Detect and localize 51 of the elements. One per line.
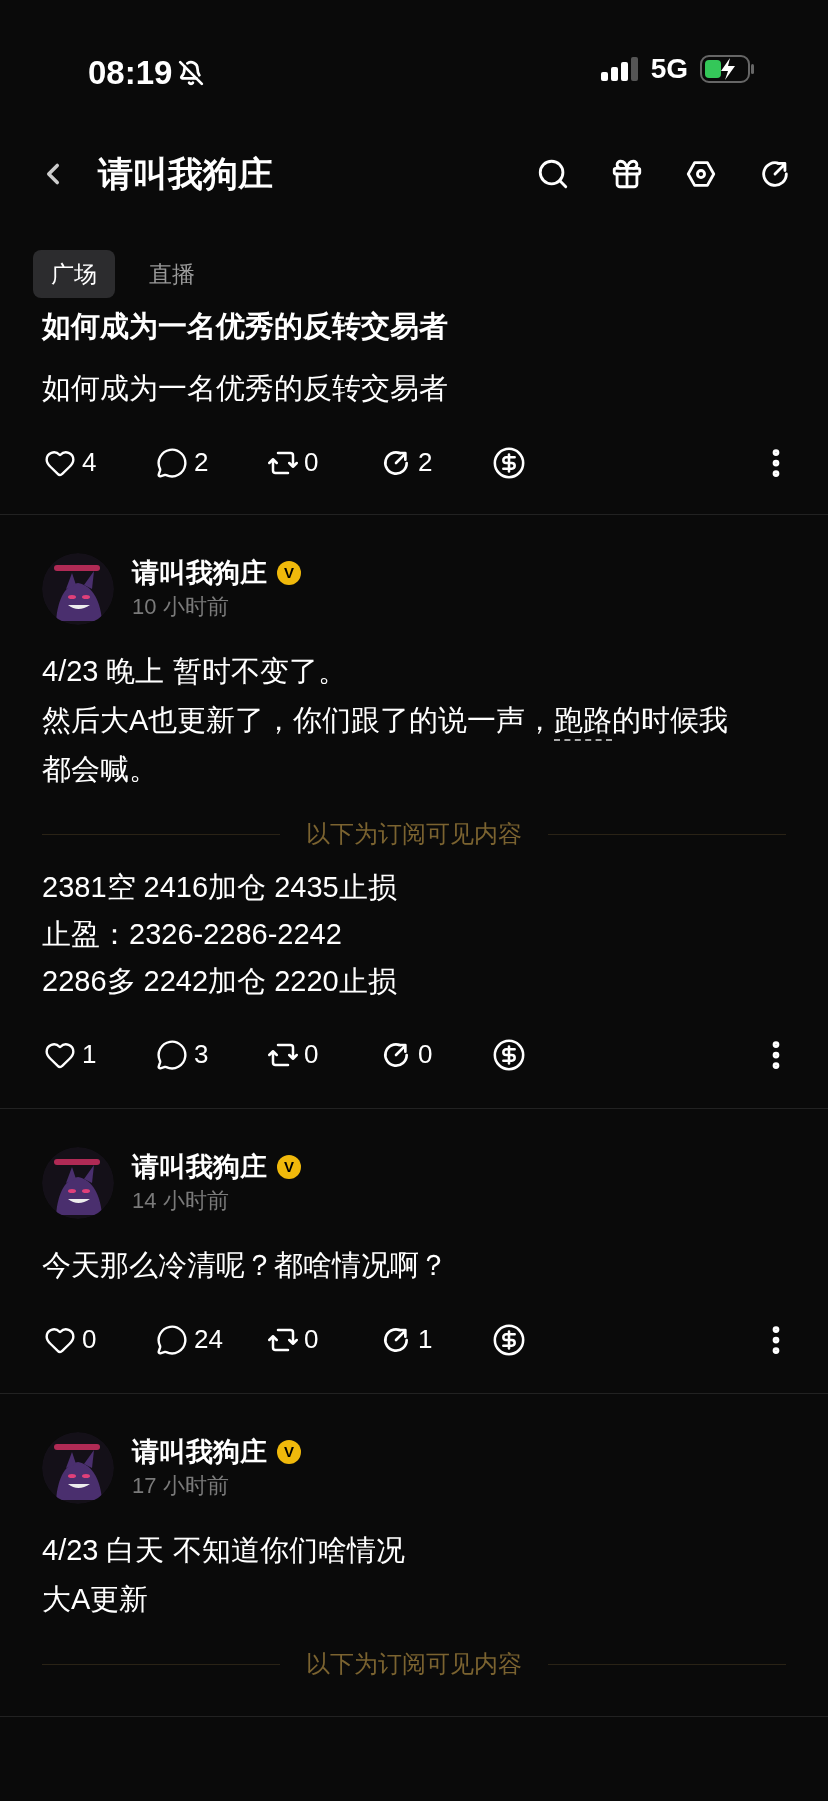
post-title: 如何成为一名优秀的反转交易者	[42, 309, 449, 344]
action-count: 0	[304, 446, 319, 479]
verified-badge: V	[277, 1155, 301, 1179]
post-time: 10 小时前	[132, 593, 230, 621]
post-text: 如何成为一名优秀的反转交易者	[42, 371, 449, 406]
action-count: 3	[194, 1038, 209, 1071]
author-name[interactable]: 请叫我狗庄	[132, 555, 267, 591]
page-title: 请叫我狗庄	[98, 152, 273, 195]
tip-icon[interactable]	[492, 1322, 526, 1357]
post-time: 17 小时前	[132, 1472, 230, 1500]
post-text: 4/23 白天 不知道你们啥情况	[42, 1533, 406, 1568]
action-count: 24	[194, 1323, 223, 1356]
action-count: 2	[418, 446, 433, 479]
subscriber-divider-label: 以下为订阅可见内容	[306, 819, 522, 849]
author-name[interactable]: 请叫我狗庄	[132, 1434, 267, 1470]
post-text: 止盈：2326-2286-2242	[42, 917, 343, 952]
post-text: 大A更新	[42, 1582, 150, 1617]
post-time: 14 小时前	[132, 1187, 230, 1215]
post-text: 2381空 2416加仓 2435止损	[42, 870, 398, 905]
search-icon[interactable]	[536, 157, 570, 191]
action-count: 1	[82, 1038, 97, 1071]
comment-icon[interactable]	[156, 1323, 188, 1356]
tab[interactable]: 广场	[33, 250, 115, 298]
action-count: 0	[82, 1323, 97, 1356]
comment-icon[interactable]	[156, 1038, 188, 1071]
action-count: 4	[82, 446, 97, 479]
action-count: 0	[304, 1038, 319, 1071]
keyword-link[interactable]: 跑路	[554, 701, 613, 741]
tip-icon[interactable]	[492, 445, 526, 480]
post-text: 2286多 2242加仓 2220止损	[42, 964, 398, 999]
verified-badge: V	[277, 561, 301, 585]
tip-icon[interactable]	[492, 1037, 526, 1072]
author-name[interactable]: 请叫我狗庄	[132, 1149, 267, 1185]
status-time: 08:19	[88, 53, 173, 93]
post-text: 然后大A也更新了，你们跟了的说一声，跑路的时候我	[42, 696, 786, 745]
subscriber-divider-label: 以下为订阅可见内容	[306, 1649, 522, 1679]
action-count: 0	[304, 1323, 319, 1356]
tab[interactable]: 直播	[131, 250, 213, 298]
post-text: 4/23 晚上 暂时不变了。	[42, 654, 348, 689]
action-count: 0	[418, 1038, 433, 1071]
action-count: 1	[418, 1323, 433, 1356]
post-text: 今天那么冷清呢？都啥情况啊？	[42, 1248, 449, 1283]
bell-off-icon	[178, 59, 205, 86]
comment-icon[interactable]	[156, 446, 188, 479]
signal-icon	[600, 57, 639, 81]
network-label: 5G	[650, 52, 688, 86]
verified-badge: V	[277, 1440, 301, 1464]
post-text: 都会喊。	[42, 752, 159, 787]
action-count: 2	[194, 446, 209, 479]
gift-icon[interactable]	[610, 157, 644, 191]
battery-icon	[700, 55, 756, 83]
